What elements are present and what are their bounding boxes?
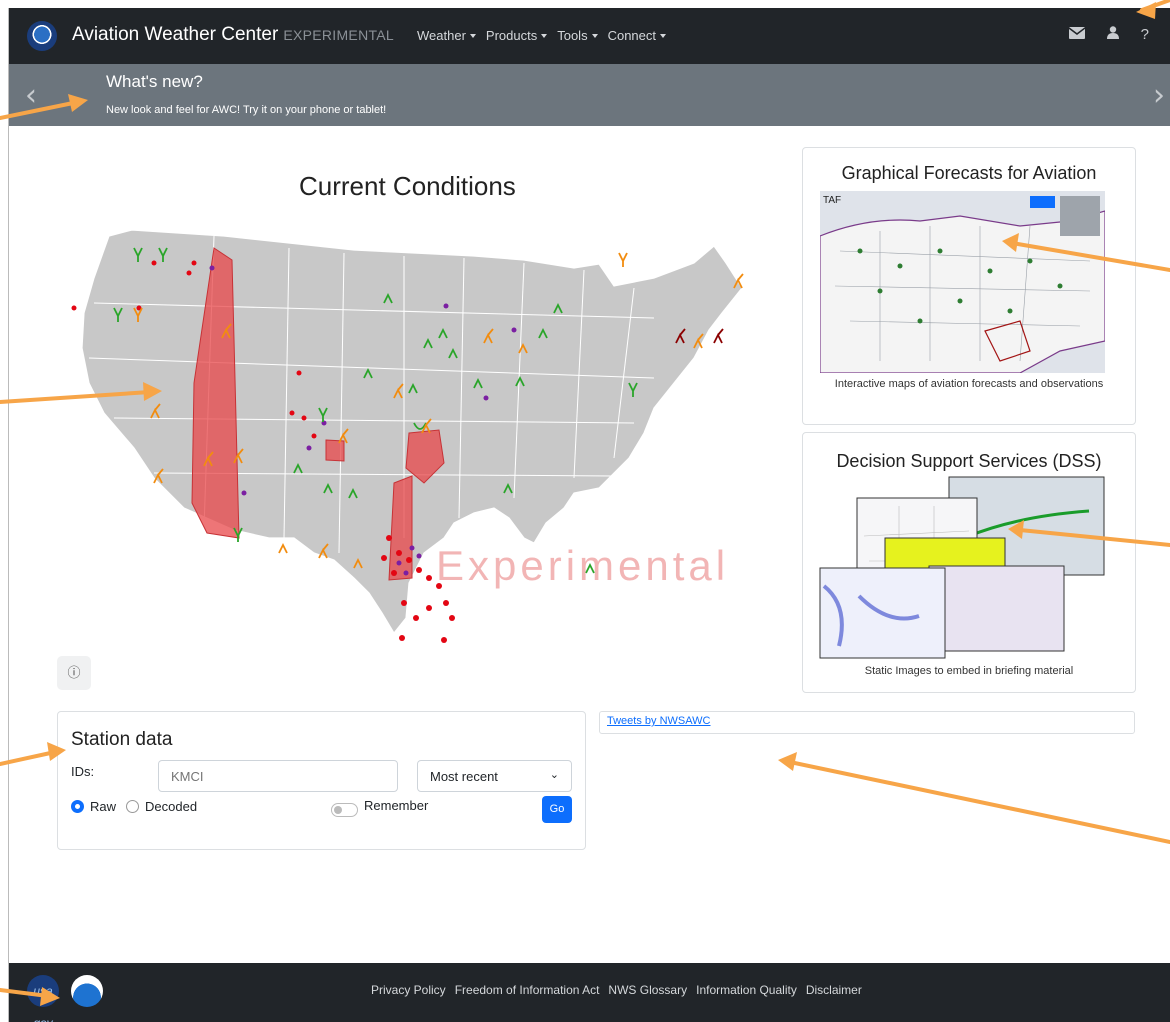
menu-weather[interactable]: Weather	[417, 28, 476, 43]
noaa-logo-icon[interactable]	[27, 21, 57, 51]
brand-title[interactable]: Aviation Weather Center	[72, 24, 278, 45]
dss-card-title[interactable]: Decision Support Services (DSS)	[803, 451, 1135, 472]
dss-card-caption: Static Images to embed in briefing mater…	[864, 665, 1074, 677]
carousel-next-icon[interactable]: ›	[1153, 78, 1165, 113]
station-data-panel: Station data IDs: Most recent ⌄ Raw Deco…	[57, 711, 586, 850]
banner-title: What's new?	[106, 72, 203, 91]
dss-images-thumbnail[interactable]	[819, 476, 1109, 659]
footer: usa gov Privacy Policy Freedom of Inform…	[9, 963, 1170, 1022]
chevron-down-icon: ⌄	[549, 769, 559, 781]
main-menu: Weather Products Tools Connect	[417, 28, 676, 43]
remember-label[interactable]: Remember	[364, 798, 428, 813]
whats-new-banner: ‹ What's new? New look and feel for AWC!…	[9, 64, 1170, 126]
map-info-button[interactable]: ⓘ	[57, 656, 91, 690]
carousel-prev-icon[interactable]: ‹	[25, 78, 37, 113]
map-watermark: Experimental	[436, 542, 729, 589]
gfa-card-caption: Interactive maps of aviation forecasts a…	[834, 378, 1104, 390]
footer-link-foia[interactable]: Freedom of Information Act	[455, 983, 600, 997]
banner-text[interactable]: New look and feel for AWC! Try it on you…	[106, 104, 386, 116]
footer-link-privacy[interactable]: Privacy Policy	[371, 983, 446, 997]
gfa-map-thumbnail[interactable]: TAF	[820, 191, 1105, 373]
site-brand[interactable]: Aviation Weather Center EXPERIMENTAL	[72, 24, 394, 46]
station-ids-input[interactable]	[158, 760, 398, 792]
ids-label: IDs:	[71, 764, 95, 779]
app-frame: Aviation Weather Center EXPERIMENTAL Weat…	[8, 8, 1170, 1022]
tweets-link[interactable]: Tweets by NWSAWC	[607, 715, 711, 727]
remember-toggle[interactable]	[331, 803, 358, 817]
user-icon[interactable]	[1106, 26, 1119, 44]
mail-icon[interactable]	[1068, 26, 1086, 44]
decoded-radio-label[interactable]: Decoded	[145, 799, 197, 814]
go-button[interactable]: Go	[542, 796, 572, 823]
noaa-footer-logo-icon[interactable]	[71, 975, 103, 1007]
footer-link-disclaimer[interactable]: Disclaimer	[806, 983, 862, 997]
time-range-select-value: Most recent	[430, 769, 498, 784]
navbar-icons: ?	[1068, 26, 1149, 44]
gfa-card[interactable]: Graphical Forecasts for Aviation TAF Int…	[802, 147, 1136, 425]
station-data-title: Station data	[71, 729, 173, 750]
menu-connect[interactable]: Connect	[608, 28, 666, 43]
footer-link-info-quality[interactable]: Information Quality	[696, 983, 797, 997]
gfa-card-title[interactable]: Graphical Forecasts for Aviation	[803, 163, 1135, 184]
time-range-select[interactable]: Most recent ⌄	[417, 760, 572, 792]
usa-gov-logo[interactable]: usa gov	[27, 975, 59, 1022]
format-radio-group: Raw Decoded	[71, 799, 197, 814]
us-conditions-map[interactable]: Experimental	[54, 208, 774, 658]
current-conditions-title: Current Conditions	[299, 171, 516, 201]
dss-card[interactable]: Decision Support Services (DSS) Static I…	[802, 432, 1136, 693]
footer-link-glossary[interactable]: NWS Glossary	[608, 983, 687, 997]
gfa-taf-label: TAF	[823, 195, 841, 206]
top-navbar: Aviation Weather Center EXPERIMENTAL Weat…	[9, 8, 1170, 64]
raw-radio[interactable]	[71, 800, 84, 813]
decoded-radio[interactable]	[126, 800, 140, 813]
menu-products[interactable]: Products	[486, 28, 547, 43]
menu-tools[interactable]: Tools	[557, 28, 597, 43]
raw-radio-label[interactable]: Raw	[90, 799, 116, 814]
footer-links: Privacy Policy Freedom of Information Ac…	[371, 983, 871, 997]
tweets-widget: Tweets by NWSAWC	[599, 711, 1135, 734]
help-icon[interactable]: ?	[1141, 26, 1149, 44]
brand-experimental-tag: EXPERIMENTAL	[283, 27, 395, 43]
